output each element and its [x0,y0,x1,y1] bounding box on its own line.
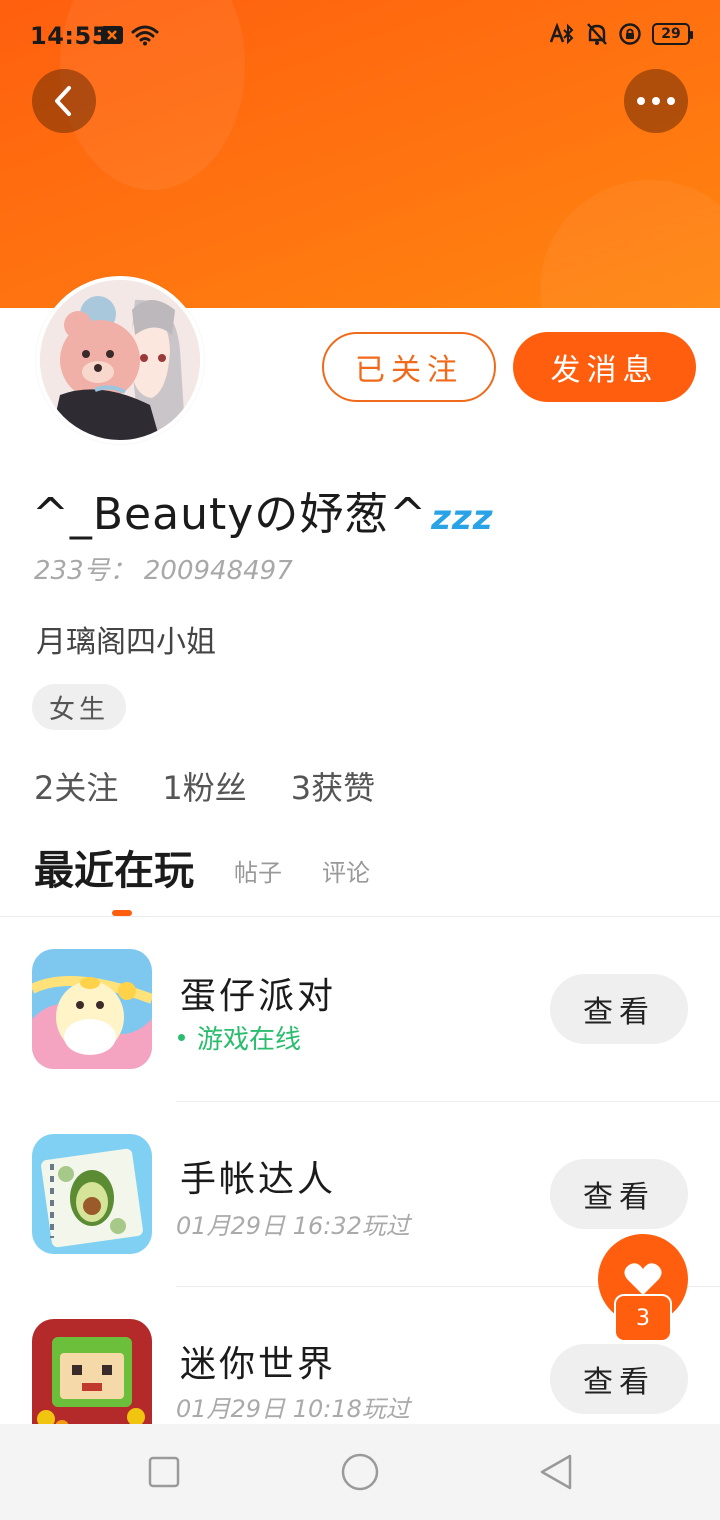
online-dot-icon [178,1034,185,1041]
like-count-badge: 3 [614,1294,672,1342]
bluetooth-icon [549,22,574,45]
status-right-icons: 29 [546,22,693,46]
more-options-button[interactable] [624,69,688,133]
view-game-button[interactable]: 查看 [550,1159,688,1229]
home-icon [341,1453,379,1491]
view-game-button[interactable]: 查看 [550,974,688,1044]
username: ^_Beautyの妤葱^ zzz [32,478,494,542]
game-name: 手帐达人 [180,1159,337,1200]
system-back-button[interactable] [534,1450,578,1494]
profile-stats: 2关注 1粉丝 3获赞 [34,763,375,809]
tab-comments[interactable]: 评论 [322,853,370,896]
avatar-image [40,280,200,440]
following-count[interactable]: 2关注 [34,763,118,809]
banner-decoration [540,180,720,308]
tab-posts[interactable]: 帖子 [234,853,282,896]
mute-bell-icon [587,23,607,45]
home-button[interactable] [338,1450,382,1494]
game-status-text: 游戏在线 [197,1025,302,1055]
game-online-status: 游戏在线 [178,1019,301,1056]
view-game-button[interactable]: 查看 [550,1344,688,1414]
game-last-played: 01月29日 16:32玩过 [176,1212,410,1240]
tab-recent-games[interactable]: 最近在玩 [34,838,194,916]
chevron-left-icon [55,86,71,116]
game-icon-mini-world [32,1319,152,1424]
avatar[interactable] [36,276,204,444]
user-bio: 月璃阁四小姐 [36,625,216,660]
game-last-played: 01月29日 10:18玩过 [176,1395,410,1423]
send-message-button[interactable]: 发消息 [513,332,696,402]
rotation-lock-icon [619,23,641,45]
status-bar: 14:55 29 [0,0,720,74]
recent-apps-icon [148,1456,180,1488]
wifi-icon [131,25,159,46]
recent-apps-button[interactable] [142,1450,186,1494]
status-time: 14:55 [30,22,109,50]
game-icon-party [32,949,152,1069]
sleep-badge-icon: zzz [431,498,494,538]
back-icon [540,1454,572,1490]
system-nav-bar [0,1424,720,1520]
game-name: 迷你世界 [180,1344,337,1385]
game-icon-journal [32,1134,152,1254]
notification-x-icon [101,26,123,44]
back-button[interactable] [32,69,96,133]
gender-tag: 女生 [32,684,126,730]
battery-icon: 29 [652,23,693,45]
username-text: ^_Beautyの妤葱^ [32,489,428,540]
status-left-icons [101,24,159,46]
followers-count[interactable]: 1粉丝 [162,763,246,809]
likes-count: 3获赞 [290,769,376,807]
user-id[interactable]: 233号： 200948497 [34,550,293,587]
game-row[interactable]: 蛋仔派对 游戏在线 查看 [0,917,720,1102]
heart-icon [624,1263,662,1295]
profile-tabs: 最近在玩 帖子 评论 [34,838,370,916]
battery-level: 29 [661,26,681,42]
followed-button[interactable]: 已关注 [322,332,496,402]
game-name: 蛋仔派对 [180,976,337,1017]
more-dots-icon [637,97,675,105]
